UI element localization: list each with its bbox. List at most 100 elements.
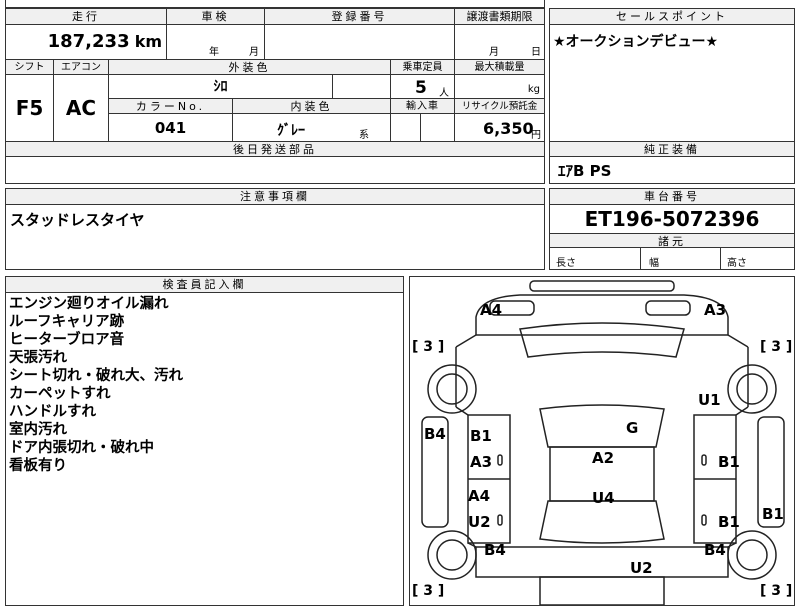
damage-label: A4 bbox=[468, 487, 491, 505]
width-label: 幅 bbox=[649, 258, 659, 269]
color-no-header: カラーNo. bbox=[108, 99, 232, 114]
specs-table: シフト エアコン 外装色 乗車定員 最大積載量 F5 AC ｼﾛ 5 人 kg … bbox=[5, 60, 545, 142]
recycle-unit: 円 bbox=[531, 130, 541, 141]
capacity-value: 5 bbox=[415, 78, 427, 98]
damage-label: A2 bbox=[592, 449, 615, 467]
damage-label: B4 bbox=[484, 541, 506, 559]
door-handle-shape bbox=[497, 454, 503, 466]
color-no-value: 041 bbox=[108, 114, 232, 142]
equipment-section: 純正装備 ｴｱB PS bbox=[549, 142, 795, 184]
registration-header: 登録番号 bbox=[264, 9, 454, 25]
damage-label: A3 bbox=[470, 453, 493, 471]
wheel-front-right-shape bbox=[727, 364, 777, 414]
inspection-year-label: 年 bbox=[209, 47, 219, 58]
rear-section-shape bbox=[475, 546, 729, 578]
max-load-unit: kg bbox=[527, 84, 540, 95]
sales-point-text: ★オークションデビュー★ bbox=[553, 34, 719, 50]
shift-value: F5 bbox=[15, 96, 44, 120]
damage-label: B1 bbox=[718, 453, 740, 471]
damage-label: U4 bbox=[592, 489, 615, 507]
front-bumper-shape bbox=[529, 280, 675, 292]
inspector-note: エンジン廻りオイル漏れ bbox=[9, 296, 169, 312]
windshield-shape bbox=[519, 322, 685, 358]
later-parts-section: 後日発送部品 bbox=[5, 142, 545, 184]
capacity-cell: 5 人 bbox=[390, 75, 454, 99]
mileage-value: 187,233 bbox=[47, 31, 130, 52]
inspector-header: 検査員記入欄 bbox=[6, 277, 403, 293]
equipment-text: ｴｱB PS bbox=[558, 162, 612, 180]
damage-label: U2 bbox=[468, 513, 491, 531]
chassis-header: 車台番号 bbox=[550, 189, 794, 205]
inspector-note: シート切れ・破れ大、汚れ bbox=[9, 368, 183, 384]
interior-color-suffix: 系 bbox=[359, 130, 369, 141]
tire-mark-front-left: [ 3 ] bbox=[412, 339, 445, 355]
transfer-deadline-header: 譲渡書類期限 bbox=[454, 9, 544, 25]
dims-header: 諸元 bbox=[550, 233, 794, 248]
interior-color-header: 内装色 bbox=[232, 99, 390, 114]
roof-front-shape bbox=[539, 404, 665, 448]
exterior-color-header: 外装色 bbox=[108, 60, 390, 75]
sales-point-section: セールスポイント ★オークションデビュー★ bbox=[549, 8, 795, 142]
interior-color-value: ｸﾞﾚｰ bbox=[277, 123, 305, 139]
rear-bumper-shape bbox=[539, 576, 665, 605]
tire-mark-rear-left: [ 3 ] bbox=[412, 583, 445, 599]
damage-label: B1 bbox=[762, 505, 784, 523]
exterior-color-extra bbox=[332, 75, 390, 99]
tire-mark-front-right: [ 3 ] bbox=[760, 339, 793, 355]
sales-point-header: セールスポイント bbox=[550, 9, 794, 25]
inspector-note: ヒーターブロア音 bbox=[9, 332, 125, 348]
damage-diagram: [ 3 ] [ 3 ] [ 3 ] [ 3 ] A4 A3 U1 B4 B1 A… bbox=[409, 276, 795, 606]
inspection-cell: 年 月 bbox=[166, 25, 264, 59]
max-load-cell: kg bbox=[454, 75, 544, 99]
inspection-header: 車検 bbox=[166, 9, 264, 25]
wheel-rear-right-hub-shape bbox=[736, 539, 768, 571]
damage-label: B4 bbox=[424, 425, 446, 443]
shift-header: シフト bbox=[6, 60, 53, 75]
chassis-section: 車台番号 ET196-5072396 諸元 長さ 幅 高さ bbox=[549, 188, 795, 270]
damage-label: A4 bbox=[480, 301, 503, 319]
equipment-header: 純正装備 bbox=[550, 142, 794, 157]
height-label: 高さ bbox=[727, 258, 747, 269]
aircon-header: エアコン bbox=[53, 60, 108, 75]
import-cell-b bbox=[420, 114, 454, 142]
transfer-cell: 月 日 bbox=[454, 25, 544, 59]
inspector-notes-list: エンジン廻りオイル漏れ ルーフキャリア跡 ヒーターブロア音 天張汚れ シート切れ… bbox=[9, 295, 183, 475]
length-cell: 長さ bbox=[550, 248, 640, 269]
car-outline-svg bbox=[421, 280, 785, 605]
wheel-front-left-hub-shape bbox=[436, 373, 468, 405]
notes-header: 注意事項欄 bbox=[6, 189, 544, 205]
transfer-month-label: 月 bbox=[489, 47, 499, 58]
wheel-rear-left-shape bbox=[427, 530, 477, 580]
wheel-front-left-shape bbox=[427, 364, 477, 414]
import-cell-a bbox=[390, 114, 420, 142]
notes-section: 注意事項欄 スタッドレスタイヤ bbox=[5, 188, 545, 270]
damage-label: U2 bbox=[630, 559, 653, 577]
inspector-note: ドア内張切れ・破れ中 bbox=[9, 440, 154, 456]
door-handle-shape bbox=[497, 514, 503, 526]
damage-label: B1 bbox=[470, 427, 492, 445]
recycle-header: リサイクル預託金 bbox=[454, 99, 544, 114]
max-load-header: 最大積載量 bbox=[454, 60, 544, 75]
exterior-color-value: ｼﾛ bbox=[108, 75, 332, 99]
inspector-note: 天張汚れ bbox=[9, 350, 67, 366]
wheel-front-right-hub-shape bbox=[736, 373, 768, 405]
inspector-section: 検査員記入欄 エンジン廻りオイル漏れ ルーフキャリア跡 ヒーターブロア音 天張汚… bbox=[5, 276, 404, 606]
inspector-note: 看板有り bbox=[9, 458, 67, 474]
tire-mark-rear-right: [ 3 ] bbox=[760, 583, 793, 599]
inspector-note: ハンドルすれ bbox=[9, 404, 96, 420]
headlight-right-shape bbox=[645, 300, 691, 316]
notes-text: スタッドレスタイヤ bbox=[10, 211, 145, 229]
registration-cell bbox=[264, 25, 454, 59]
damage-label: U1 bbox=[698, 391, 721, 409]
capacity-header: 乗車定員 bbox=[390, 60, 454, 75]
top-stub-row bbox=[5, 0, 545, 8]
wheel-rear-right-shape bbox=[727, 530, 777, 580]
damage-label: G bbox=[626, 419, 639, 437]
aircon-value: AC bbox=[53, 75, 108, 142]
chassis-number: ET196-5072396 bbox=[584, 207, 760, 231]
recycle-cell: 6,350 円 bbox=[454, 114, 544, 142]
mileage-cell: 187,233 km bbox=[6, 25, 166, 59]
mileage-header: 走行 bbox=[6, 9, 166, 25]
roof-rear-shape bbox=[539, 500, 665, 544]
length-label: 長さ bbox=[556, 258, 576, 269]
